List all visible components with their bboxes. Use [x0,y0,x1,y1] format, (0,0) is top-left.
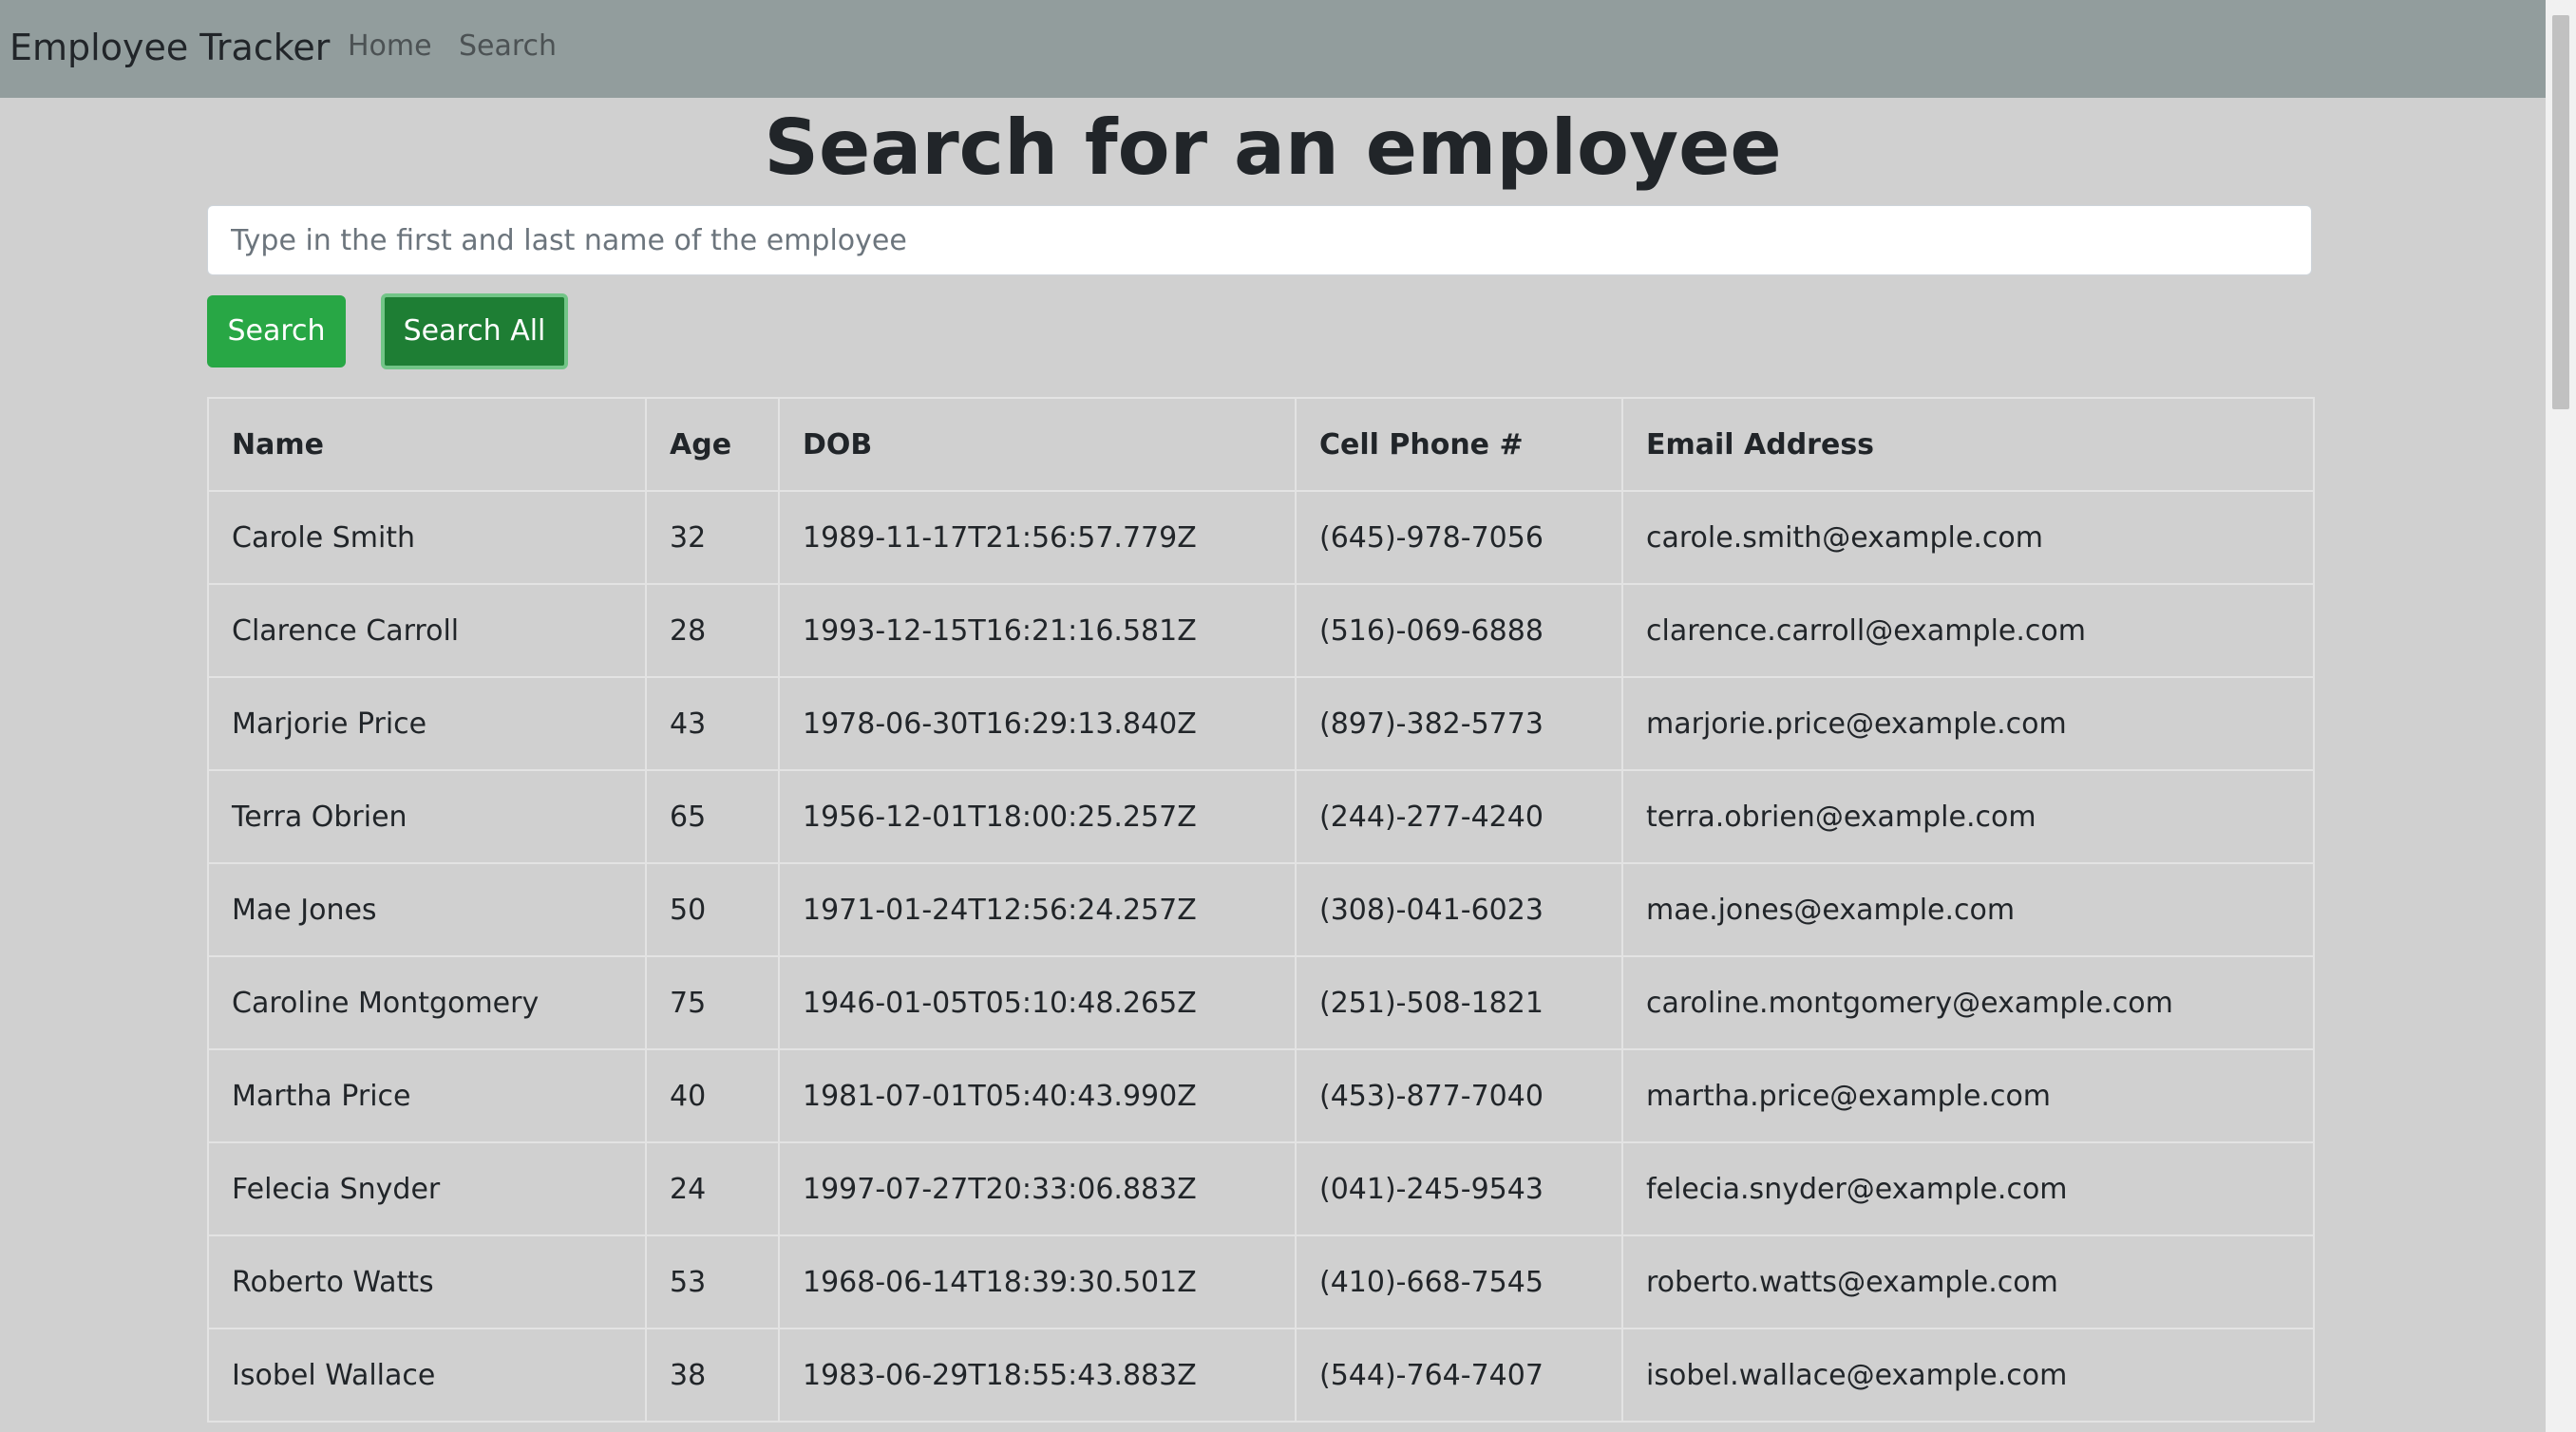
cell-dob: 1981-07-01T05:40:43.990Z [778,1048,1297,1143]
nav-home-link[interactable]: Home [348,25,432,68]
cell-age: 24 [645,1141,780,1236]
cell-name: Terra Obrien [207,769,647,864]
table-row: Martha Price 40 1981-07-01T05:40:43.990Z… [207,1048,2315,1143]
nav-search-link[interactable]: Search [459,25,557,68]
table-header-row: Name Age DOB Cell Phone # Email Address [207,397,2315,492]
cell-email: felecia.snyder@example.com [1621,1141,2315,1236]
employee-table-container: Name Age DOB Cell Phone # Email Address … [207,397,2315,1423]
cell-email: terra.obrien@example.com [1621,769,2315,864]
navbar: Employee Tracker Home Search [0,0,2546,98]
cell-age: 53 [645,1234,780,1329]
cell-dob: 1956-12-01T18:00:25.257Z [778,769,1297,864]
cell-phone: (410)-668-7545 [1295,1234,1623,1329]
cell-dob: 1968-06-14T18:39:30.501Z [778,1234,1297,1329]
table-row: Marjorie Price 43 1978-06-30T16:29:13.84… [207,676,2315,771]
table-row: Roberto Watts 53 1968-06-14T18:39:30.501… [207,1234,2315,1329]
cell-phone: (308)-041-6023 [1295,862,1623,957]
employee-table: Name Age DOB Cell Phone # Email Address … [207,397,2315,1423]
cell-name: Caroline Montgomery [207,955,647,1050]
employee-search-input[interactable] [207,205,2312,275]
column-header-name[interactable]: Name [207,397,647,492]
cell-name: Felecia Snyder [207,1141,647,1236]
scrollbar-thumb[interactable] [2552,15,2569,409]
cell-age: 43 [645,676,780,771]
cell-age: 65 [645,769,780,864]
cell-age: 32 [645,490,780,585]
cell-email: carole.smith@example.com [1621,490,2315,585]
cell-phone: (244)-277-4240 [1295,769,1623,864]
cell-phone: (251)-508-1821 [1295,955,1623,1050]
search-all-button[interactable]: Search All [381,293,568,369]
cell-dob: 1997-07-27T20:33:06.883Z [778,1141,1297,1236]
cell-phone: (897)-382-5773 [1295,676,1623,771]
column-header-email[interactable]: Email Address [1621,397,2315,492]
cell-dob: 1971-01-24T12:56:24.257Z [778,862,1297,957]
brand-link[interactable]: Employee Tracker [9,21,330,74]
cell-email: clarence.carroll@example.com [1621,583,2315,678]
cell-dob: 1983-06-29T18:55:43.883Z [778,1328,1297,1423]
cell-dob: 1989-11-17T21:56:57.779Z [778,490,1297,585]
cell-age: 40 [645,1048,780,1143]
cell-phone: (645)-978-7056 [1295,490,1623,585]
cell-phone: (516)-069-6888 [1295,583,1623,678]
cell-dob: 1978-06-30T16:29:13.840Z [778,676,1297,771]
vertical-scrollbar[interactable] [2546,0,2576,1432]
column-header-age[interactable]: Age [645,397,780,492]
page-title: Search for an employee [764,104,1782,192]
cell-email: marjorie.price@example.com [1621,676,2315,771]
cell-email: roberto.watts@example.com [1621,1234,2315,1329]
cell-phone: (453)-877-7040 [1295,1048,1623,1143]
cell-name: Mae Jones [207,862,647,957]
table-row: Clarence Carroll 28 1993-12-15T16:21:16.… [207,583,2315,678]
cell-name: Carole Smith [207,490,647,585]
table-row: Isobel Wallace 38 1983-06-29T18:55:43.88… [207,1328,2315,1423]
cell-name: Roberto Watts [207,1234,647,1329]
column-header-cell-phone[interactable]: Cell Phone # [1295,397,1623,492]
cell-age: 75 [645,955,780,1050]
cell-email: caroline.montgomery@example.com [1621,955,2315,1050]
cell-age: 50 [645,862,780,957]
cell-name: Clarence Carroll [207,583,647,678]
cell-phone: (041)-245-9543 [1295,1141,1623,1236]
cell-age: 38 [645,1328,780,1423]
cell-email: isobel.wallace@example.com [1621,1328,2315,1423]
table-row: Felecia Snyder 24 1997-07-27T20:33:06.88… [207,1141,2315,1236]
cell-phone: (544)-764-7407 [1295,1328,1623,1423]
cell-name: Isobel Wallace [207,1328,647,1423]
page: Employee Tracker Home Search Search for … [0,0,2576,1432]
cell-email: martha.price@example.com [1621,1048,2315,1143]
cell-age: 28 [645,583,780,678]
column-header-dob[interactable]: DOB [778,397,1297,492]
cell-dob: 1946-01-05T05:10:48.265Z [778,955,1297,1050]
table-row: Terra Obrien 65 1956-12-01T18:00:25.257Z… [207,769,2315,864]
table-row: Caroline Montgomery 75 1946-01-05T05:10:… [207,955,2315,1050]
search-button[interactable]: Search [207,295,346,367]
cell-email: mae.jones@example.com [1621,862,2315,957]
cell-name: Marjorie Price [207,676,647,771]
cell-dob: 1993-12-15T16:21:16.581Z [778,583,1297,678]
cell-name: Martha Price [207,1048,647,1143]
table-row: Mae Jones 50 1971-01-24T12:56:24.257Z (3… [207,862,2315,957]
table-row: Carole Smith 32 1989-11-17T21:56:57.779Z… [207,490,2315,585]
